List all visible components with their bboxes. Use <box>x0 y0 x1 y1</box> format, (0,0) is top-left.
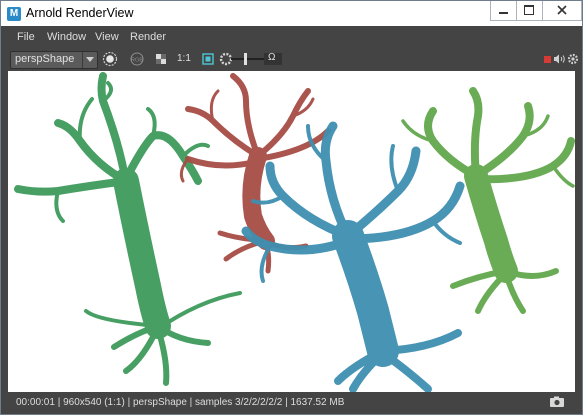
render-viewport[interactable] <box>8 71 575 392</box>
menu-bar: File Window View Render <box>1 26 582 47</box>
close-icon <box>557 5 567 15</box>
blue-tree <box>241 121 465 392</box>
dropdown-arrow-icon <box>82 52 97 68</box>
crop-region-icon[interactable] <box>200 51 216 67</box>
render-image <box>14 72 575 392</box>
render-start-icon[interactable] <box>102 51 118 67</box>
minimize-button[interactable] <box>490 1 516 21</box>
toolbar: perspShape RGB 1:1 Ω <box>1 47 582 71</box>
camera-select[interactable]: perspShape <box>10 51 98 69</box>
status-bar: 00:00:01 | 960x540 (1:1) | perspShape | … <box>1 392 582 414</box>
maya-app-icon: M <box>7 7 21 21</box>
settings-icon[interactable] <box>565 51 581 67</box>
menu-view[interactable]: View <box>95 31 119 43</box>
gamma-value: Ω <box>268 52 276 63</box>
maximize-icon <box>524 5 534 15</box>
menu-window[interactable]: Window <box>47 31 86 43</box>
maximize-button[interactable] <box>516 1 542 21</box>
exposure-icon[interactable]: RGB <box>129 51 145 67</box>
gamma-field[interactable]: Ω <box>264 52 282 65</box>
render-view-window: M Arnold RenderView File Window View Ren… <box>0 0 583 415</box>
window-title: Arnold RenderView <box>26 6 134 20</box>
close-button[interactable] <box>542 1 582 21</box>
menu-file[interactable]: File <box>17 31 35 43</box>
menu-render[interactable]: Render <box>130 31 166 43</box>
svg-text:RGB: RGB <box>131 58 143 64</box>
checker-icon[interactable] <box>153 51 169 67</box>
green-tree-right <box>401 87 575 314</box>
minimize-icon <box>499 12 508 14</box>
aspect-ratio-button[interactable]: 1:1 <box>177 53 191 64</box>
green-tree-left <box>14 72 242 386</box>
snapshot-icon[interactable] <box>549 396 565 408</box>
title-bar[interactable]: M Arnold RenderView <box>1 1 582 26</box>
camera-select-value: perspShape <box>15 53 75 65</box>
exposure-slider[interactable] <box>231 58 265 60</box>
exposure-slider-handle[interactable] <box>244 53 247 65</box>
status-text: 00:00:01 | 960x540 (1:1) | perspShape | … <box>16 397 345 408</box>
